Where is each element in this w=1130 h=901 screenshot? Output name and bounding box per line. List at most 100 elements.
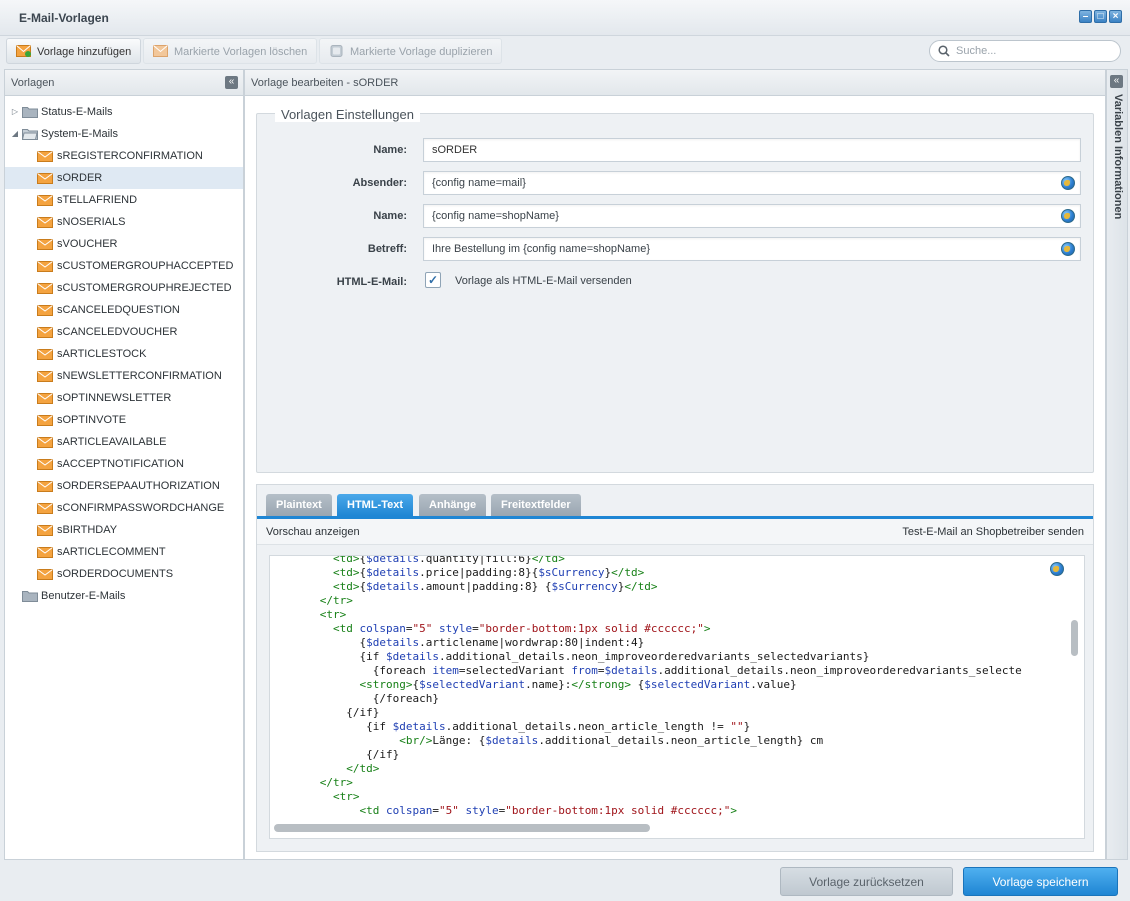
tree-item-label: sCANCELEDVOUCHER — [57, 326, 178, 338]
send-test-mail-link[interactable]: Test-E-Mail an Shopbetreiber senden — [902, 526, 1084, 538]
tree-item-template[interactable]: sARTICLECOMMENT — [5, 541, 243, 563]
tab-toolbar: Vorschau anzeigen Test-E-Mail an Shopbet… — [257, 519, 1093, 545]
expand-arrow-icon[interactable]: ▷ — [10, 101, 20, 123]
save-template-button[interactable]: Vorlage speichern — [963, 867, 1118, 896]
code-line[interactable]: {/if} — [280, 748, 399, 762]
toolbar: Vorlage hinzufügen Markierte Vorlagen lö… — [0, 36, 1130, 68]
settings-fieldset: Name: sORDER Absender: {config name=mail… — [256, 113, 1094, 473]
tree-item-template[interactable]: sNEWSLETTERCONFIRMATION — [5, 365, 243, 387]
name-value: sORDER — [432, 144, 478, 156]
tree-item-template[interactable]: sORDER — [5, 167, 243, 189]
subject-field[interactable]: Ihre Bestellung im {config name=shopName… — [423, 237, 1081, 261]
tab-plaintext[interactable]: Plaintext — [266, 494, 332, 516]
tree-folder-user[interactable]: Benutzer-E-Mails — [5, 585, 243, 607]
tree-item-label: sCONFIRMPASSWORDCHANGE — [57, 502, 225, 514]
code-line[interactable]: <td>{$details.quantity|fill:6}</td> — [280, 556, 565, 566]
tree-item-template[interactable]: sTELLAFRIEND — [5, 189, 243, 211]
sender-field[interactable]: {config name=mail} — [423, 171, 1081, 195]
tree-item-template[interactable]: sORDERDOCUMENTS — [5, 563, 243, 585]
code-line[interactable]: <td colspan="5" style="border-bottom:1px… — [280, 622, 711, 636]
tree-item-template[interactable]: sBIRTHDAY — [5, 519, 243, 541]
duplicate-template-button[interactable]: Markierte Vorlage duplizieren — [319, 38, 503, 64]
tree-item-template[interactable]: sCUSTOMERGROUPHACCEPTED — [5, 255, 243, 277]
tab-html-text[interactable]: HTML-Text — [337, 494, 414, 516]
expand-right-icon[interactable]: « — [1110, 75, 1123, 88]
tree-item-label: sARTICLECOMMENT — [57, 546, 166, 558]
tree-item-label: sORDERSEPAAUTHORIZATION — [57, 480, 220, 492]
code-line[interactable]: {if $details.additional_details.neon_imp… — [280, 650, 869, 664]
tree-item-template[interactable]: sCANCELEDQUESTION — [5, 299, 243, 321]
tree-item-template[interactable]: sCANCELEDVOUCHER — [5, 321, 243, 343]
code-line[interactable]: </tr> — [280, 776, 353, 790]
tree-item-template[interactable]: sARTICLEAVAILABLE — [5, 431, 243, 453]
sender-name-field[interactable]: {config name=shopName} — [423, 204, 1081, 228]
code-line[interactable]: <td>{$details.price|padding:8}{$sCurrenc… — [280, 566, 644, 580]
delete-templates-button[interactable]: Markierte Vorlagen löschen — [143, 38, 318, 64]
code-line[interactable]: <strong>{$selectedVariant.name}:</strong… — [280, 678, 796, 692]
tree-item-template[interactable]: sVOUCHER — [5, 233, 243, 255]
tree-item-template[interactable]: sOPTINVOTE — [5, 409, 243, 431]
tree-item-template[interactable]: sORDERSEPAAUTHORIZATION — [5, 475, 243, 497]
tree-folder-label: System-E-Mails — [41, 128, 119, 140]
code-line[interactable]: </td> — [280, 762, 379, 776]
maximize-icon[interactable]: □ — [1094, 10, 1107, 23]
translate-globe-icon[interactable] — [1061, 176, 1075, 190]
mail-icon — [37, 327, 53, 338]
close-icon[interactable]: × — [1109, 10, 1122, 23]
code-line[interactable]: {if $details.additional_details.neon_art… — [280, 720, 750, 734]
sender-name-value: {config name=shopName} — [432, 210, 559, 222]
mail-icon — [37, 173, 53, 184]
mail-icon — [37, 261, 53, 272]
mail-icon — [37, 195, 53, 206]
translate-globe-icon[interactable] — [1050, 562, 1064, 576]
tree-item-label: sOPTINNEWSLETTER — [57, 392, 172, 404]
code-line[interactable]: <tr> — [280, 790, 360, 804]
code-line[interactable]: <td>{$details.amount|padding:8} {$sCurre… — [280, 580, 658, 594]
folder-open-icon — [22, 129, 38, 140]
mail-icon — [37, 437, 53, 448]
code-line[interactable]: <br/>Länge: {$details.additional_details… — [280, 734, 823, 748]
mail-icon — [37, 459, 53, 470]
sender-label: Absender: — [352, 177, 407, 189]
tree-item-template[interactable]: sACCEPTNOTIFICATION — [5, 453, 243, 475]
delete-templates-label: Markierte Vorlagen löschen — [174, 46, 308, 58]
tree-folder-system[interactable]: ◢ System-E-Mails — [5, 123, 243, 145]
collapse-arrow-icon[interactable]: ◢ — [10, 123, 20, 145]
tree-item-template[interactable]: sARTICLESTOCK — [5, 343, 243, 365]
minimize-icon[interactable]: – — [1079, 10, 1092, 23]
reset-template-button[interactable]: Vorlage zurücksetzen — [780, 867, 953, 896]
tree-item-template[interactable]: sREGISTERCONFIRMATION — [5, 145, 243, 167]
horizontal-scrollbar[interactable] — [274, 824, 650, 832]
code-line[interactable]: <tr> — [280, 608, 347, 622]
code-line[interactable]: </tr> — [280, 594, 353, 608]
html-code-editor[interactable]: <td>{$details.quantity|fill:6}</td> <td>… — [269, 555, 1085, 839]
translate-globe-icon[interactable] — [1061, 242, 1075, 256]
code-line[interactable]: {/if} — [280, 706, 379, 720]
code-line[interactable]: {/foreach} — [280, 692, 439, 706]
add-template-label: Vorlage hinzufügen — [37, 46, 132, 58]
code-line[interactable]: {foreach item=selectedVariant from=$deta… — [280, 664, 1022, 678]
tab-free-text-fields[interactable]: Freitextfelder — [491, 494, 581, 516]
tree-item-template[interactable]: sCONFIRMPASSWORDCHANGE — [5, 497, 243, 519]
tree-item-template[interactable]: sNOSERIALS — [5, 211, 243, 233]
mail-icon — [37, 503, 53, 514]
tree-item-template[interactable]: sOPTINNEWSLETTER — [5, 387, 243, 409]
add-template-button[interactable]: Vorlage hinzufügen — [6, 38, 142, 64]
translate-globe-icon[interactable] — [1061, 209, 1075, 223]
tree-folder-status[interactable]: ▷ Status-E-Mails — [5, 101, 243, 123]
tree-item-template[interactable]: sCUSTOMERGROUPHREJECTED — [5, 277, 243, 299]
variables-info-panel[interactable]: « Variablen Informationen — [1106, 69, 1128, 860]
tab-attachments[interactable]: Anhänge — [419, 494, 487, 516]
code-line[interactable]: {$details.articlename|wordwrap:80|indent… — [280, 636, 644, 650]
footer: Vorlage zurücksetzen Vorlage speichern — [0, 860, 1130, 901]
vertical-scrollbar[interactable] — [1071, 620, 1078, 656]
search-input[interactable]: Suche... — [929, 40, 1121, 62]
folder-icon — [22, 591, 38, 602]
code-line[interactable]: <td colspan="5" style="border-bottom:1px… — [280, 804, 737, 818]
checkmark-icon: ✓ — [427, 273, 439, 287]
name-field[interactable]: sORDER — [423, 138, 1081, 162]
html-mail-checkbox[interactable]: ✓ — [425, 272, 441, 288]
preview-link[interactable]: Vorschau anzeigen — [266, 526, 360, 538]
tree-item-label: sREGISTERCONFIRMATION — [57, 150, 203, 162]
collapse-left-icon[interactable]: « — [225, 76, 238, 89]
